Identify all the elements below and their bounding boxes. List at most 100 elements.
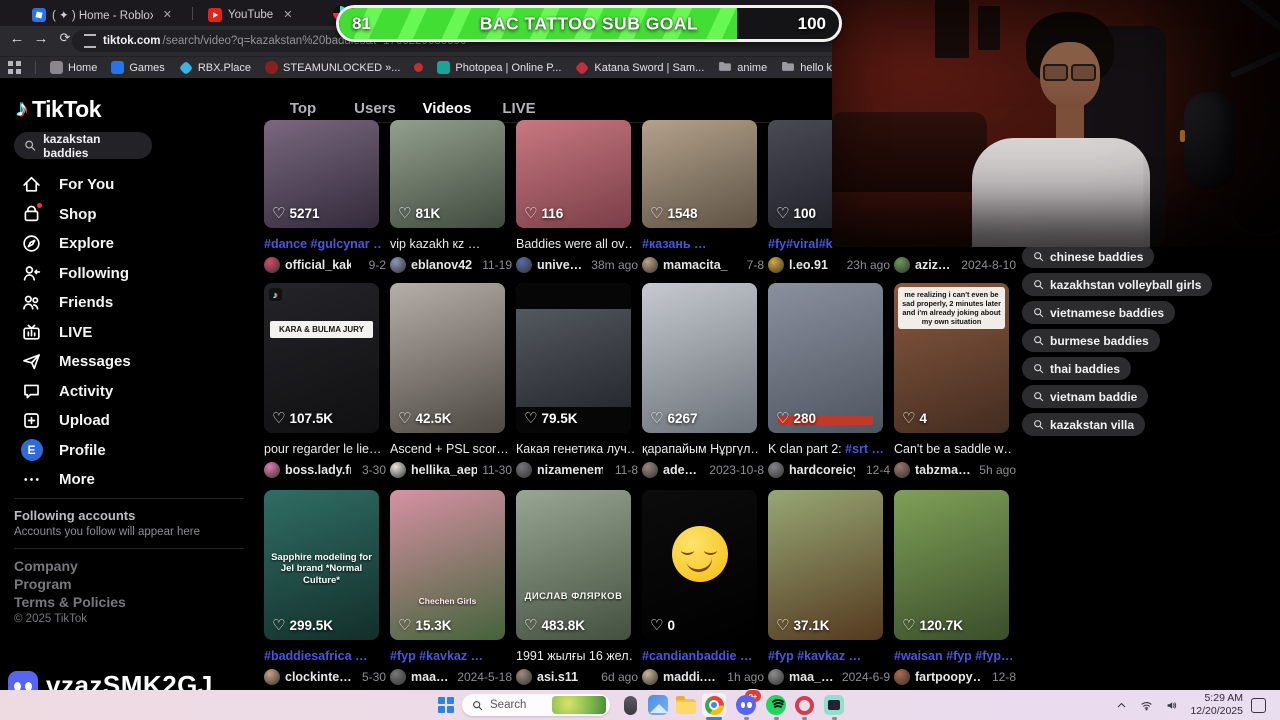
video-author-row[interactable]: nizamenem 11-8: [516, 462, 638, 478]
tray-wifi-icon[interactable]: [1140, 699, 1153, 712]
related-search-pill[interactable]: vietnamese baddies: [1022, 301, 1176, 324]
bookmark-rbx-place[interactable]: RBX.Place: [178, 60, 251, 75]
forward-icon[interactable]: →: [30, 30, 52, 47]
sidebar-item-messages[interactable]: Messages: [12, 347, 252, 376]
related-search-pill[interactable]: vietnam baddie: [1022, 385, 1149, 408]
video-author-row[interactable]: clockinte… 5-30: [264, 669, 386, 685]
video-author-row[interactable]: aziz… 2024-8-10: [894, 257, 1016, 273]
video-caption[interactable]: 1991 жылғы 16 жел…: [516, 649, 634, 663]
like-count: ♡ 120.7K: [902, 616, 963, 634]
footer-link-terms-policies[interactable]: Terms & Policies: [14, 594, 126, 610]
sidebar-item-following[interactable]: Following: [12, 259, 252, 288]
related-search-pill[interactable]: burmese baddies: [1022, 329, 1160, 352]
result-tab-live[interactable]: LIVE: [502, 100, 535, 117]
footer-link-program[interactable]: Program: [14, 576, 72, 592]
tray-volume-icon[interactable]: [1165, 699, 1178, 712]
result-tab-users[interactable]: Users: [354, 100, 396, 117]
sidebar-item-explore[interactable]: Explore: [12, 229, 252, 258]
video-caption[interactable]: #waisan #fyp #fyp…: [894, 649, 1012, 663]
related-search-pill[interactable]: kazakhstan volleyball girls: [1022, 273, 1213, 296]
sidebar-item-activity[interactable]: Activity: [12, 377, 252, 406]
video-author-row[interactable]: ade… 2023-10-8: [642, 462, 764, 478]
bookmark-apps-grid-icon[interactable]: [8, 61, 21, 74]
related-search-pill[interactable]: chinese baddies: [1022, 245, 1155, 268]
video-caption[interactable]: #baddiesafrica …: [264, 649, 382, 663]
video-author-row[interactable]: official_kako 9-2: [264, 257, 386, 273]
video-caption[interactable]: Can't be a saddle w…: [894, 442, 1012, 456]
video-author-row[interactable]: maa… 2024-5-18: [390, 669, 512, 685]
video-author-row[interactable]: hardcoreicy 12-4: [768, 462, 890, 478]
video-author-row[interactable]: fartpoopy… 12-8: [894, 669, 1016, 685]
sidebar-item-friends[interactable]: Friends: [12, 288, 252, 317]
sidebar-item-upload[interactable]: Upload: [12, 406, 252, 435]
taskbar-app-mouse[interactable]: [618, 693, 642, 717]
bookmark-icon-only[interactable]: [414, 63, 424, 72]
taskbar-app-chrome[interactable]: [702, 693, 726, 717]
sidebar-item-more[interactable]: More: [12, 465, 252, 494]
search-input[interactable]: kazakstan baddies: [14, 132, 152, 160]
video-caption[interactable]: #candianbaddie …: [642, 649, 760, 663]
video-caption[interactable]: Какая генетика луч…: [516, 442, 634, 456]
bookmark-photopea-online-p-[interactable]: Photopea | Online P...: [437, 61, 561, 74]
video-author-row[interactable]: tabzma… 5h ago: [894, 462, 1016, 478]
video-author-row[interactable]: asi.s11 6d ago: [516, 669, 638, 685]
taskbar-app-photos[interactable]: [646, 693, 670, 717]
taskbar-app-spotify[interactable]: [764, 693, 788, 717]
bookmark-anime[interactable]: anime: [718, 60, 767, 75]
back-icon[interactable]: ←: [6, 30, 28, 47]
related-search-pill[interactable]: kazakstan villa: [1022, 413, 1146, 436]
related-search-text: burmese baddies: [1050, 333, 1149, 348]
microphone: [1184, 92, 1236, 189]
taskbar-app-explorer[interactable]: [674, 693, 698, 717]
video-caption[interactable]: Ascend + PSL scor…: [390, 442, 508, 456]
sidebar-item-for-you[interactable]: For You: [12, 170, 252, 199]
tab-close-icon[interactable]: ✕: [283, 8, 292, 21]
taskbar-app-camera[interactable]: [822, 693, 846, 717]
tab-title: YouTube: [228, 8, 274, 21]
video-caption[interactable]: K clan part 2: #srt …: [768, 442, 886, 456]
bookmark-home[interactable]: Home: [50, 61, 97, 74]
tiktok-logo[interactable]: ♪ TikTok: [16, 95, 102, 123]
browser-tab[interactable]: ( ✦ ) Home - Roblox ✕: [24, 3, 180, 26]
taskbar-app-opera[interactable]: [792, 693, 816, 717]
sidebar-item-profile[interactable]: E Profile: [12, 436, 252, 465]
start-button[interactable]: [438, 697, 454, 713]
taskbar-search[interactable]: Search: [462, 694, 610, 716]
video-author-row[interactable]: eblanov42 11-19: [390, 257, 512, 273]
bookmark-katana-sword-sam-[interactable]: Katana Sword | Sam...: [575, 60, 704, 75]
footer-link-company[interactable]: Company: [14, 558, 78, 574]
site-settings-icon[interactable]: [84, 34, 96, 48]
following-accounts-hint: Accounts you follow will appear here: [14, 526, 201, 538]
tab-close-icon[interactable]: ✕: [163, 8, 172, 21]
video-caption[interactable]: #fyp #kavkaz …: [390, 649, 508, 663]
video-author-row[interactable]: maddi.… 1h ago: [642, 669, 764, 685]
video-author-row[interactable]: l.eo.91 23h ago: [768, 257, 890, 273]
like-count-value: 280: [793, 410, 816, 426]
sidebar-item-shop[interactable]: Shop: [12, 200, 252, 229]
bookmark-steamunlocked-[interactable]: STEAMUNLOCKED »...: [265, 61, 400, 74]
video-author-row[interactable]: boss.lady.fr 3-30: [264, 462, 386, 478]
video-caption[interactable]: vip kazakh кz …: [390, 237, 508, 251]
bookmark-games[interactable]: Games: [111, 61, 165, 74]
notification-dot: [37, 202, 42, 208]
result-tab-videos[interactable]: Videos: [423, 100, 472, 117]
author-username: nizamenem: [537, 463, 603, 477]
sidebar-item-live[interactable]: LIVE: [12, 318, 252, 347]
video-caption[interactable]: #dance #gulcynar …: [264, 237, 382, 251]
video-caption[interactable]: #казань …: [642, 237, 760, 251]
video-author-row[interactable]: mamacita_… 7-8: [642, 257, 764, 273]
tray-chevron-icon[interactable]: [1115, 699, 1128, 712]
taskbar-clock[interactable]: 5:29 AM 12/20/2025: [1190, 692, 1243, 718]
emoji-eye: [704, 546, 717, 555]
video-author-row[interactable]: hellika_aep 11-30: [390, 462, 512, 478]
video-author-row[interactable]: maa_… 2024-6-9: [768, 669, 890, 685]
result-tab-top[interactable]: Top: [290, 100, 316, 117]
video-caption[interactable]: #fyp #kavkaz …: [768, 649, 886, 663]
taskbar-app-discord[interactable]: 9+: [734, 689, 762, 717]
notification-center-icon[interactable]: [1251, 697, 1266, 713]
video-caption[interactable]: Baddies were all ov…: [516, 237, 634, 251]
related-search-pill[interactable]: thai baddies: [1022, 357, 1132, 380]
video-caption[interactable]: pour regarder le lie…: [264, 442, 382, 456]
video-author-row[interactable]: unive… 38m ago: [516, 257, 638, 273]
video-caption[interactable]: қарапайым Нұргүл…: [642, 442, 760, 456]
